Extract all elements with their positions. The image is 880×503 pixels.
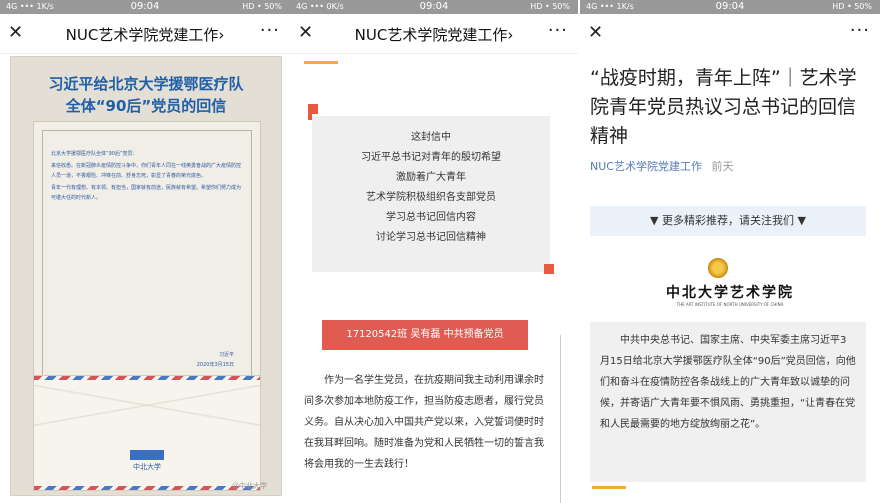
member-name-banner: 17120542班 吴有磊 中共预备党员 — [322, 320, 528, 350]
university-logo: 中北大学 — [130, 450, 164, 472]
letter-signature: 习近平 2020年3月15日 — [197, 350, 234, 370]
article-title: “战疫时期，青年上阵”｜艺术学院青年党员热议习总书记的回信精神 — [590, 67, 857, 147]
school-name: 中北大学艺术学院 — [666, 285, 794, 301]
intro-box: 这封信中 习近平总书记对青年的殷切希望 激励着广大青年 艺术学院积极组织各支部党… — [312, 116, 550, 272]
status-bar: 4G ••• 0K/s 09:04 HD • 50% — [290, 0, 578, 14]
poster-title-line-1: 习近平给北京大学援鄂医疗队 — [48, 75, 244, 93]
letter-paragraph: 来信收悉。在新冠肺炎疫情防控斗争中，你们青年人同在一线英勇奋战的广大疫情防控人员… — [51, 163, 242, 179]
image-watermark: @中北大学 — [232, 482, 267, 490]
status-bar: 4G ••• 1K/s 09:04 HD • 50% — [580, 0, 880, 14]
more-icon[interactable]: ··· — [850, 20, 870, 41]
school-english-name: THE ART INSTITUTE OF NORTH UNIVERSITY OF… — [676, 302, 784, 307]
more-icon[interactable]: ··· — [260, 20, 280, 41]
phone-screen-1: 4G ••• 1K/s 09:04 HD • 50% ✕ NUC艺术学院党建工作… — [0, 0, 290, 503]
accent-line — [304, 61, 338, 64]
envelope-flap — [34, 380, 260, 430]
envelope-graphic: 中北大学 — [33, 375, 261, 491]
letter-signer: 习近平 — [218, 352, 234, 358]
intro-line: 激励着广大青年 — [396, 172, 466, 183]
author-link[interactable]: NUC艺术学院党建工作 — [590, 160, 702, 173]
intro-line: 学习总书记回信内容 — [386, 212, 476, 223]
account-title-link[interactable]: NUC艺术学院党建工作› — [40, 24, 250, 45]
account-title-link[interactable]: NUC艺术学院党建工作› — [330, 24, 538, 45]
battery-status: HD • 50% — [242, 2, 282, 11]
poster-title-line-2: 全体“90后”党员的回信 — [65, 97, 227, 115]
nav-bar: ✕ NUC艺术学院党建工作› ··· — [290, 14, 578, 54]
letter-paragraph: 青年一代有理想、有本领、有担当，国家就有前途，民族就有希望。希望你们努力成为可堪… — [51, 185, 242, 201]
intro-line: 这封信中 — [411, 132, 451, 143]
decor-corner — [544, 264, 554, 274]
school-emblem-icon — [708, 258, 728, 278]
close-icon[interactable]: ✕ — [588, 22, 603, 44]
member-statement: 作为一名学生党员，在抗疫期间我主动利用课余时间多次参加本地防疫工作，担当防疫志愿… — [304, 375, 544, 470]
intro-line: 艺术学院积极组织各支部党员 — [366, 192, 496, 203]
airmail-stripe — [34, 486, 260, 490]
close-icon[interactable]: ✕ — [298, 22, 313, 44]
phone-screen-3: 4G ••• 1K/s 09:04 HD • 50% ✕ ··· “战疫时期，青… — [580, 0, 880, 503]
close-icon[interactable]: ✕ — [8, 22, 23, 44]
letter-paper: 北京大学援鄂医疗队全体“90后”党员： 来信收悉。在新冠肺炎疫情防控斗争中，你们… — [33, 121, 261, 411]
battery-status: HD • 50% — [832, 2, 872, 11]
nav-bar: ✕ NUC艺术学院党建工作› ··· — [0, 14, 290, 54]
article-meta: NUC艺术学院党建工作 前天 — [590, 158, 733, 174]
article-summary: 中共中央总书记、国家主席、中央军委主席习近平3月15日给北京大学援鄂医疗队全体“… — [590, 322, 866, 482]
battery-status: HD • 50% — [530, 2, 570, 11]
letter-date: 2020年3月15日 — [196, 362, 234, 368]
status-bar: 4G ••• 1K/s 09:04 HD • 50% — [0, 0, 290, 14]
logo-mark — [130, 450, 164, 460]
letter-poster-image[interactable]: 习近平给北京大学援鄂医疗队 全体“90后”党员的回信 北京大学援鄂医疗队全体“9… — [10, 56, 282, 496]
divider — [560, 335, 561, 503]
poster-title: 习近平给北京大学援鄂医疗队 全体“90后”党员的回信 — [11, 73, 281, 117]
logo-text: 中北大学 — [133, 463, 161, 471]
follow-banner: ▼ 更多精彩推荐，请关注我们 ▼ — [590, 206, 866, 236]
nav-bar: ✕ ··· — [580, 14, 880, 54]
accent-line — [592, 486, 626, 489]
letter-salutation: 北京大学援鄂医疗队全体“90后”党员： — [51, 151, 138, 157]
phone-screen-2: 4G ••• 0K/s 09:04 HD • 50% ✕ NUC艺术学院党建工作… — [290, 0, 578, 503]
intro-lines: 这封信中 习近平总书记对青年的殷切希望 激励着广大青年 艺术学院积极组织各支部党… — [312, 128, 550, 248]
more-icon[interactable]: ··· — [548, 20, 568, 41]
publish-date: 前天 — [711, 160, 734, 173]
intro-line: 讨论学习总书记回信精神 — [376, 232, 486, 243]
intro-line: 习近平总书记对青年的殷切希望 — [361, 152, 501, 163]
